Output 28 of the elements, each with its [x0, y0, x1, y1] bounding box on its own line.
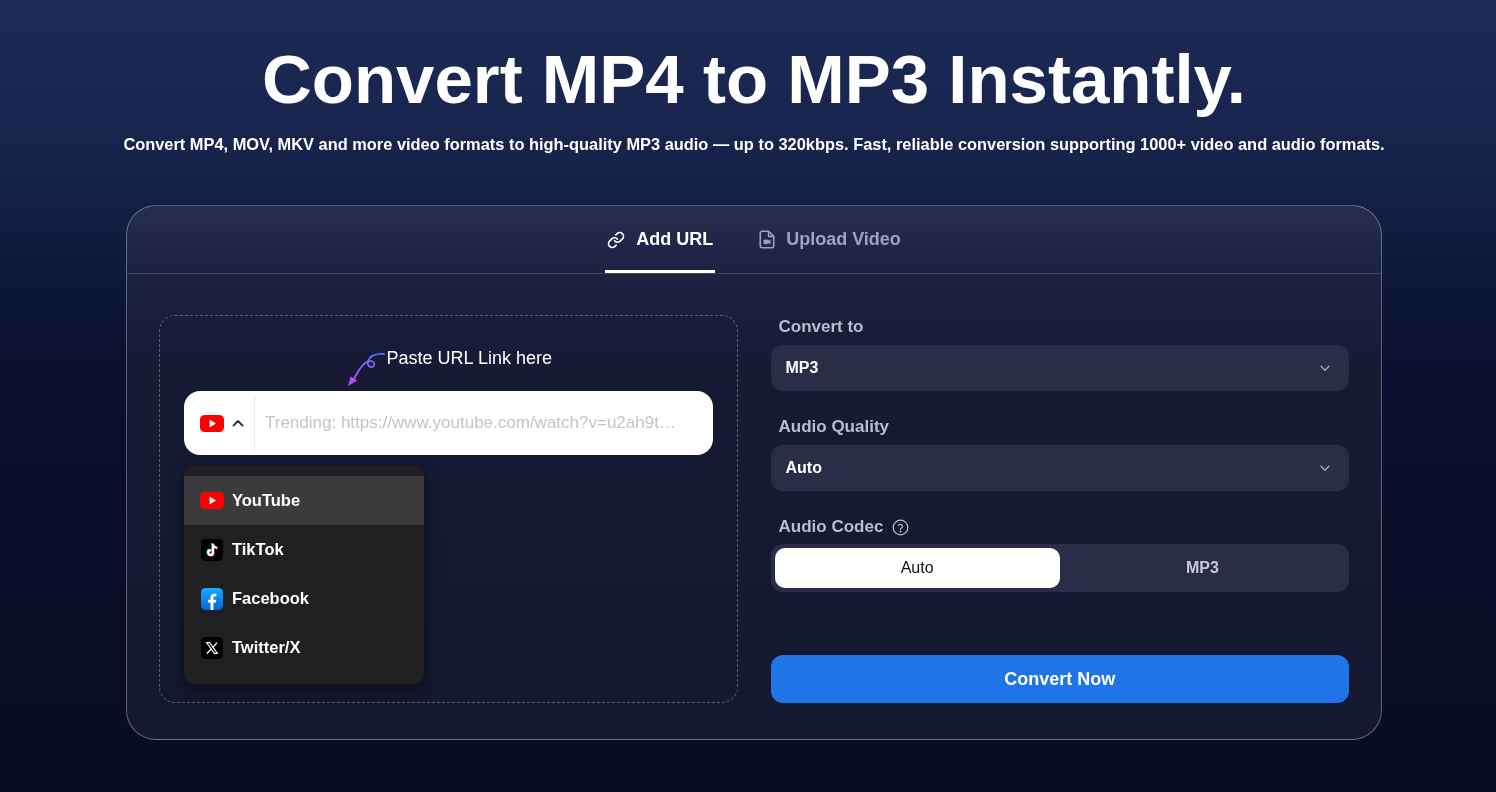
x-logo-icon — [201, 636, 223, 659]
video-file-icon — [759, 230, 776, 249]
field-label: Audio Codec — [778, 517, 884, 537]
page-subtitle: Convert MP4, MOV, MKV and more video formats to high-quality MP3 audio — up to 320kbps. Fast, reliable conversion supporting 1000+ video and audio formats. — [122, 134, 1386, 154]
field-label: Convert to — [778, 317, 864, 337]
platform-menu-item[interactable]: YouTube — [184, 476, 424, 525]
help-icon[interactable] — [892, 518, 910, 536]
tab[interactable]: Add URL — [605, 206, 716, 273]
platform-menu-item[interactable]: Facebook — [184, 574, 424, 623]
f-logo-icon — [201, 587, 223, 610]
link-icon — [607, 230, 626, 249]
play-logo-icon — [200, 414, 224, 432]
tab[interactable]: Upload Video — [757, 206, 903, 273]
dropdown-select[interactable]: Auto — [770, 445, 1349, 491]
segment-option[interactable]: MP3 — [1059, 548, 1345, 588]
field-label: Audio Quality — [778, 417, 889, 437]
dropdown-select[interactable]: MP3 — [770, 345, 1349, 391]
platform-menu-item[interactable]: TikTok — [184, 525, 424, 574]
paste-hint: Paste URL Link here — [386, 347, 552, 369]
chevron-down-icon — [1319, 464, 1331, 472]
caret-up-icon — [232, 419, 244, 427]
convert-now-button[interactable]: Convert Now — [770, 655, 1349, 703]
platform-menu-item[interactable]: Twitter/X — [184, 623, 424, 672]
music-note-logo-icon — [201, 538, 223, 561]
page-title: Convert MP4 to MP3 Instantly. — [261, 40, 1247, 120]
play-logo-icon — [200, 492, 224, 509]
chevron-down-icon — [1319, 364, 1331, 372]
segment-option[interactable]: Auto — [774, 548, 1060, 588]
